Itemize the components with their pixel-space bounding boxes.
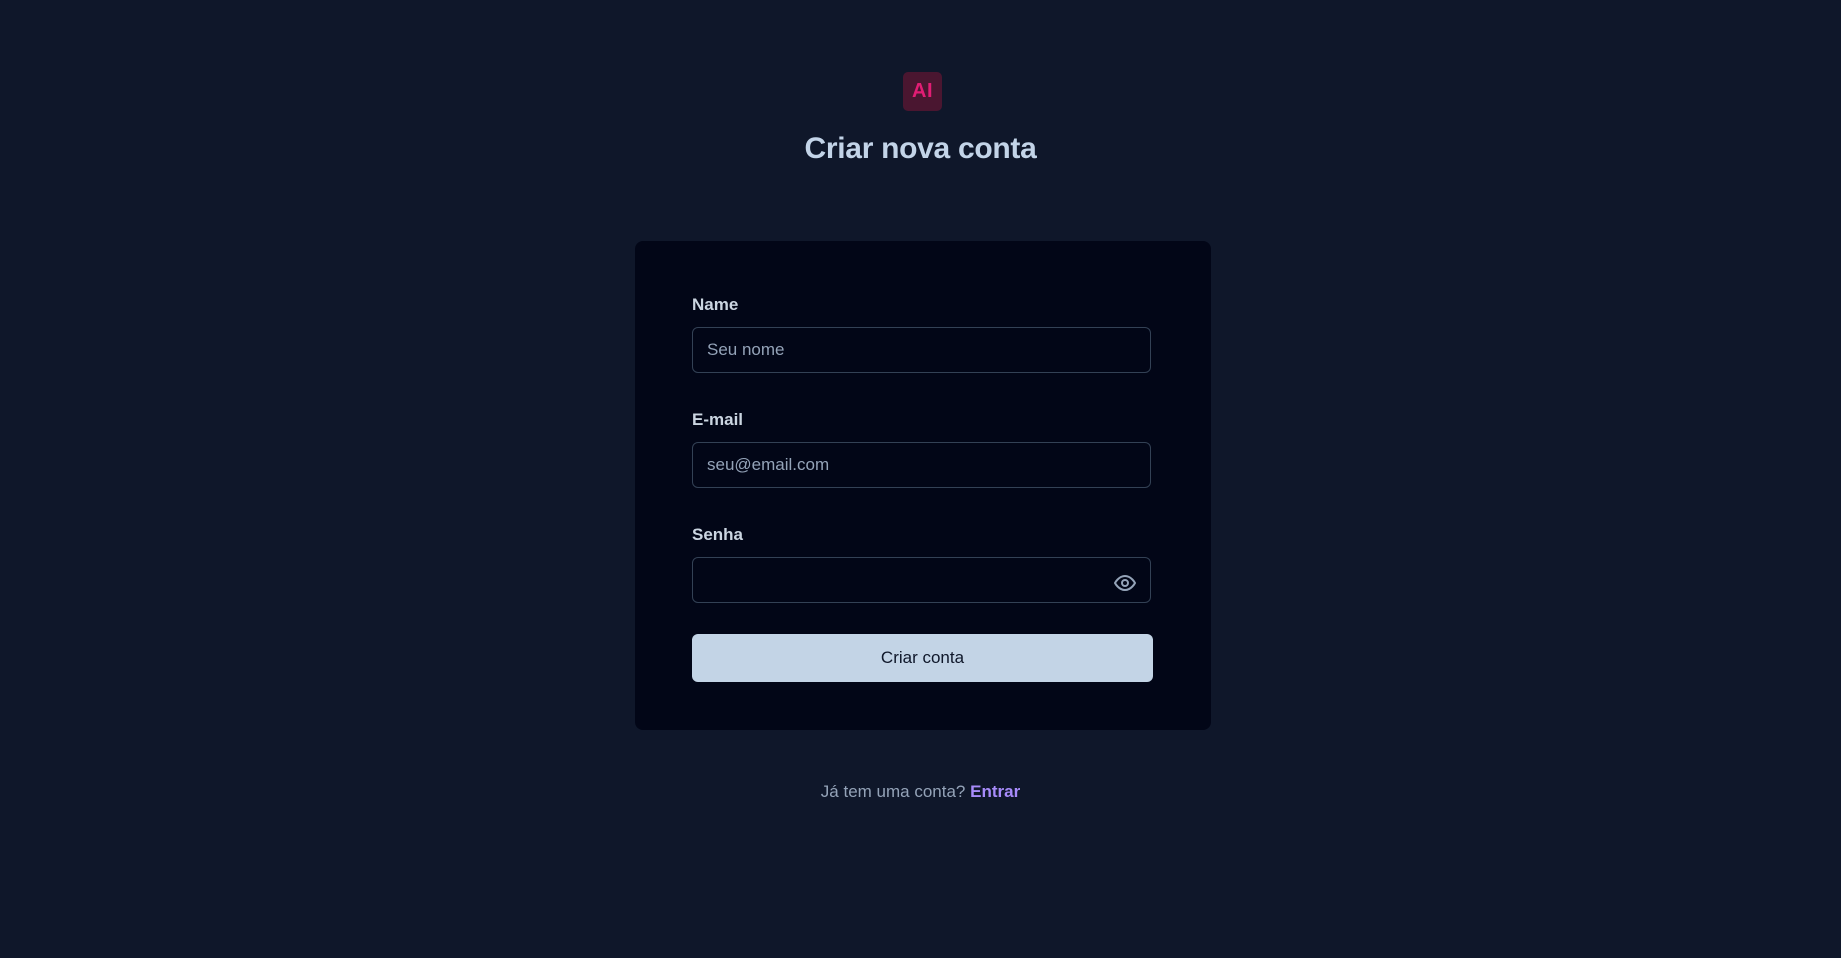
signup-card: Name E-mail Senha Criar conta <box>635 241 1211 730</box>
email-input[interactable] <box>692 442 1151 488</box>
login-link[interactable]: Entrar <box>970 782 1020 801</box>
login-prompt-text: Já tem uma conta? <box>820 782 966 801</box>
page-title: Criar nova conta <box>804 132 1037 165</box>
login-prompt: Já tem uma conta? Entrar <box>0 782 1841 802</box>
signup-page: AI Criar nova conta Name E-mail Senha Cr… <box>0 0 1841 958</box>
password-input[interactable] <box>692 557 1151 603</box>
password-label: Senha <box>692 525 744 544</box>
create-account-button[interactable]: Criar conta <box>692 634 1153 682</box>
logo-text: AI <box>912 80 933 102</box>
email-label: E-mail <box>692 410 744 429</box>
name-label: Name <box>692 295 739 314</box>
app-logo: AI <box>903 72 942 111</box>
name-input[interactable] <box>692 327 1151 373</box>
eye-icon[interactable] <box>1113 571 1137 595</box>
